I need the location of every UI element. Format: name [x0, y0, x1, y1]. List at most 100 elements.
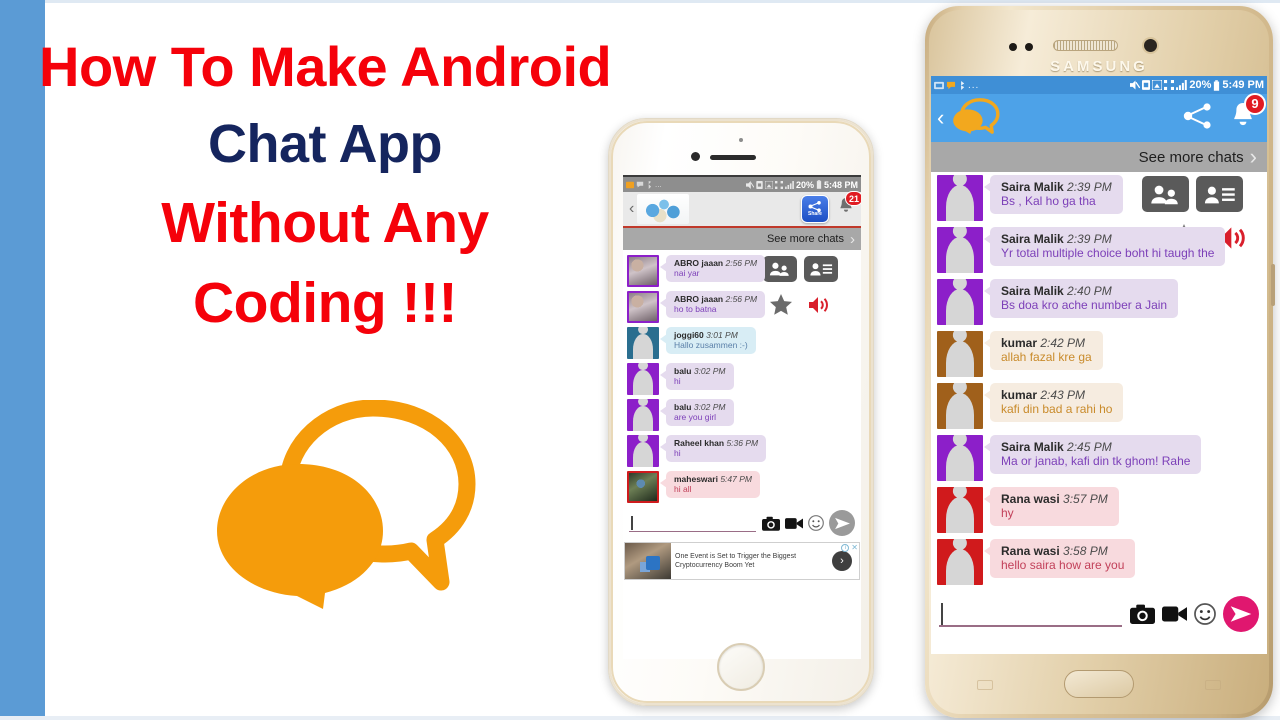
- avatar[interactable]: [627, 399, 659, 431]
- bubble-header: kumar 2:43 PM: [1001, 388, 1112, 402]
- chat-bubble[interactable]: Rana wasi 3:57 PM hy: [984, 487, 1119, 526]
- avatar[interactable]: [937, 279, 983, 325]
- bluetooth-icon: [961, 80, 965, 90]
- avatar[interactable]: [627, 435, 659, 467]
- ad-banner[interactable]: One Event is Set to Trigger the Biggest …: [624, 542, 860, 580]
- avatar[interactable]: [627, 363, 659, 395]
- notifications-button[interactable]: 9: [1229, 92, 1266, 136]
- battery-percent: 20%: [795, 179, 814, 190]
- samsung-see-more-chats[interactable]: See more chats ›: [931, 142, 1267, 172]
- bubble-header: ABRO jaaan 2:56 PM: [674, 294, 757, 304]
- avatar[interactable]: [627, 471, 659, 503]
- sender-name: joggi60: [674, 330, 704, 340]
- back-chevron-icon[interactable]: ‹: [629, 201, 637, 217]
- samsung-overlay-group-button[interactable]: [1142, 176, 1189, 212]
- avatar[interactable]: [937, 435, 983, 481]
- iphone-front-camera: [691, 152, 700, 161]
- chat-message-row[interactable]: balu 3:02 PM are you girl: [623, 397, 861, 433]
- video-camera-icon[interactable]: [785, 517, 803, 530]
- bell-badge: 21: [844, 191, 861, 206]
- avatar[interactable]: [937, 487, 983, 533]
- smiley-icon[interactable]: [808, 515, 824, 531]
- chat-message-row[interactable]: Rana wasi 3:57 PM hy: [931, 484, 1267, 536]
- signal-bars-icon: [785, 180, 794, 189]
- speaker-loud-icon: [809, 297, 828, 313]
- avatar[interactable]: [937, 539, 983, 585]
- share-button[interactable]: Share: [801, 195, 829, 223]
- close-icon[interactable]: ✕: [851, 543, 858, 552]
- sim-icon: [756, 180, 763, 189]
- chat-bubble[interactable]: kumar 2:43 PM kafi din bad a rahi ho: [983, 383, 1124, 422]
- chat-message-row[interactable]: Rana wasi 3:58 PM hello saira how are you: [931, 536, 1267, 588]
- samsung-home-button[interactable]: [1064, 670, 1134, 698]
- message-text: Ma or janab, kafi din tk ghom! Rahe: [1001, 454, 1191, 468]
- chat-message-row[interactable]: balu 3:02 PM hi: [623, 361, 861, 397]
- samsung-power-button[interactable]: [1271, 264, 1275, 306]
- avatar[interactable]: [937, 383, 983, 429]
- chat-message-row[interactable]: Raheel khan 5:36 PM hi: [623, 433, 861, 469]
- chat-bubble[interactable]: balu 3:02 PM are you girl: [660, 399, 734, 426]
- share-button[interactable]: [1183, 102, 1213, 134]
- avatar[interactable]: [627, 327, 659, 359]
- send-button[interactable]: [1223, 596, 1259, 632]
- iphone-overlay-star-button[interactable]: [770, 294, 792, 319]
- chat-message-row[interactable]: Saira Malik 2:40 PM Bs doa kro ache numbe…: [931, 276, 1267, 328]
- iphone-overlay-contact-button[interactable]: [804, 256, 838, 282]
- chat-message-row[interactable]: kumar 2:43 PM kafi din bad a rahi ho: [931, 380, 1267, 432]
- chat-bubbles-icon[interactable]: [951, 97, 1001, 140]
- avatar[interactable]: [937, 227, 983, 273]
- sender-name: balu: [674, 366, 692, 376]
- signal-card-icon: [1152, 80, 1163, 90]
- chat-bubble[interactable]: Saira Malik 2:45 PM Ma or janab, kafi din…: [983, 435, 1202, 474]
- samsung-overlay-contact-button[interactable]: [1196, 176, 1243, 212]
- message-text: Bs doa kro ache number a Jain: [1001, 298, 1168, 312]
- avatar[interactable]: [937, 175, 983, 221]
- chat-bubble[interactable]: Rana wasi 3:58 PM hello saira how are you: [983, 539, 1136, 578]
- message-input[interactable]: [939, 601, 1122, 627]
- sender-name: ABRO jaaan: [674, 258, 724, 268]
- message-time: 5:36 PM: [724, 438, 759, 448]
- chat-message-row[interactable]: kumar 2:42 PM allah fazal kre ga: [931, 328, 1267, 380]
- battery-percent: 20%: [1189, 79, 1212, 91]
- smurfs-avatar-icon[interactable]: [637, 194, 690, 224]
- chat-bubble[interactable]: joggi60 3:01 PM Hallo zusammen :-): [660, 327, 756, 354]
- ad-info-icon[interactable]: i: [841, 543, 850, 552]
- avatar[interactable]: [627, 291, 659, 323]
- camera-icon[interactable]: [762, 516, 780, 531]
- iphone-overlay-speaker-button[interactable]: [809, 296, 831, 318]
- iphone-see-more-chats[interactable]: See more chats ›: [623, 228, 861, 250]
- chat-bubble[interactable]: maheswari 5:47 PM hi all: [660, 471, 760, 498]
- chat-message-row[interactable]: maheswari 5:47 PM hi all: [623, 469, 861, 505]
- back-chevron-icon[interactable]: ‹: [937, 107, 947, 129]
- video-camera-icon[interactable]: [1162, 605, 1187, 623]
- avatar[interactable]: [627, 255, 659, 287]
- chat-bubble[interactable]: ABRO jaaan 2:56 PM nai yar: [659, 255, 766, 282]
- avatar[interactable]: [937, 331, 983, 377]
- iphone-overlay-group-button[interactable]: [763, 256, 797, 282]
- chat-bubble[interactable]: kumar 2:42 PM allah fazal kre ga: [984, 331, 1103, 370]
- send-button[interactable]: [829, 510, 855, 536]
- notifications-button[interactable]: 21: [837, 191, 861, 221]
- samsung-recents-key[interactable]: [977, 680, 993, 690]
- samsung-back-key[interactable]: [1205, 680, 1221, 690]
- chat-bubble[interactable]: balu 3:02 PM hi: [660, 363, 734, 390]
- top-divider: [0, 0, 1280, 3]
- chat-bubble[interactable]: Saira Malik 2:39 PM Yr total multiple cho…: [983, 227, 1226, 266]
- smiley-icon[interactable]: [1194, 603, 1216, 625]
- contact-card-icon: [810, 263, 833, 276]
- chat-bubble[interactable]: ABRO jaaan 2:56 PM ho to batna: [659, 291, 766, 318]
- message-input[interactable]: [629, 514, 756, 532]
- chat-bubble[interactable]: Saira Malik 2:39 PM Bs , Kal ho ga tha: [984, 175, 1123, 214]
- iphone-chat-list[interactable]: ABRO jaaan 2:56 PM nai yar ABRO jaaan 2:56…: [623, 250, 861, 505]
- message-time: 3:01 PM: [703, 330, 738, 340]
- chat-message-row[interactable]: Saira Malik 2:39 PM Yr total multiple cho…: [931, 224, 1267, 276]
- chat-message-row[interactable]: joggi60 3:01 PM Hallo zusammen :-): [623, 325, 861, 361]
- samsung-chat-list[interactable]: Saira Malik 2:39 PM Bs , Kal ho ga tha Sai…: [931, 172, 1267, 588]
- chat-bubble[interactable]: Saira Malik 2:40 PM Bs doa kro ache numbe…: [983, 279, 1179, 318]
- message-time: 3:02 PM: [691, 366, 726, 376]
- iphone-appbar-actions: Share 21: [801, 191, 861, 223]
- iphone-home-button[interactable]: [717, 643, 765, 691]
- chat-message-row[interactable]: Saira Malik 2:45 PM Ma or janab, kafi din…: [931, 432, 1267, 484]
- camera-icon[interactable]: [1130, 604, 1155, 624]
- chat-bubble[interactable]: Raheel khan 5:36 PM hi: [659, 435, 767, 462]
